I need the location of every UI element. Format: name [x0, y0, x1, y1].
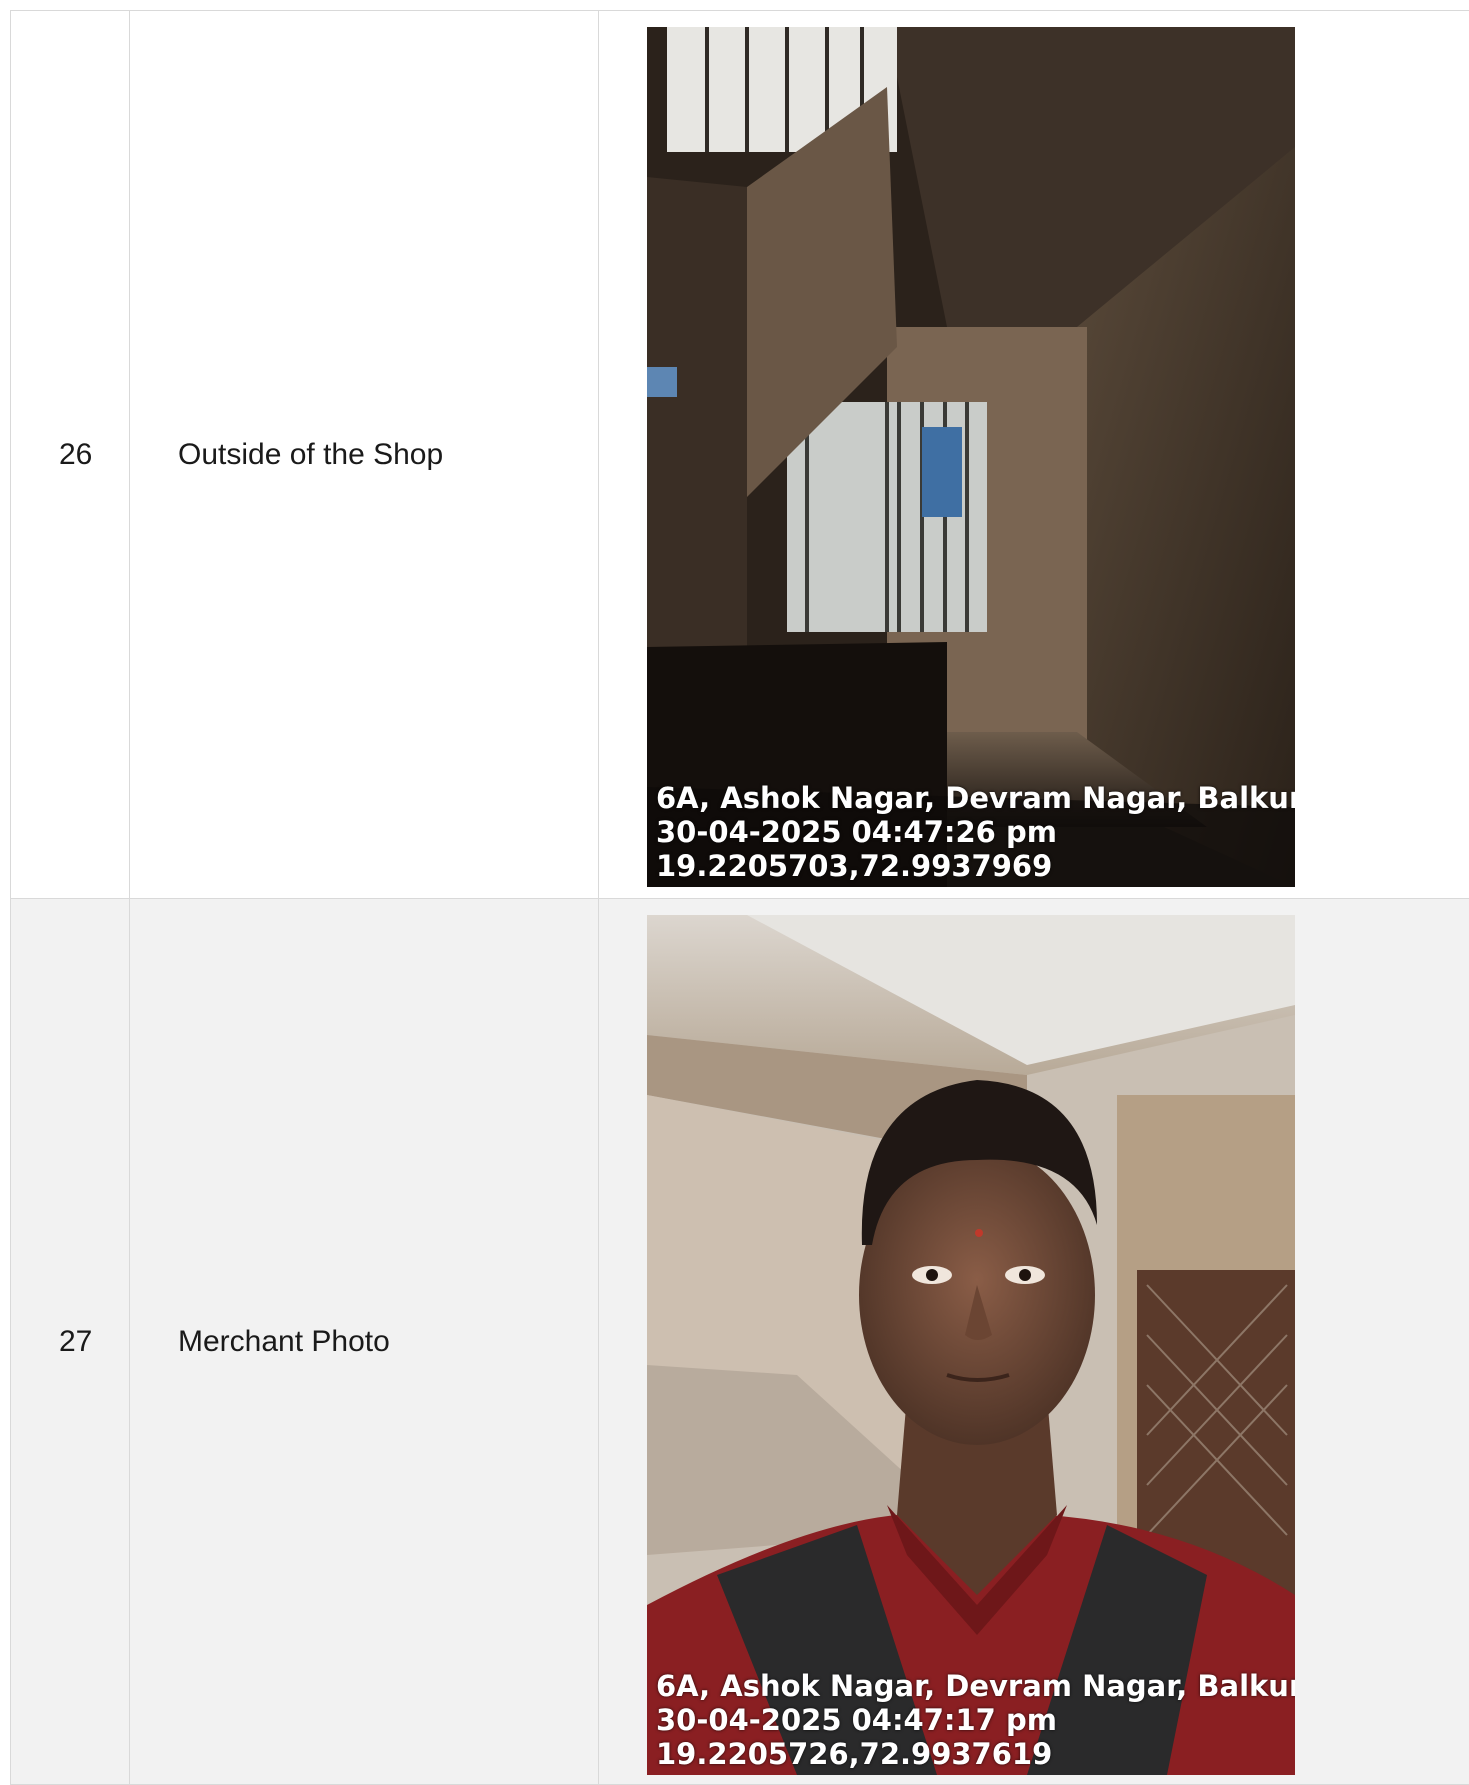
row-number: 27	[11, 899, 130, 1785]
caption-address: 6A, Ashok Nagar, Devram Nagar, Balkum ..…	[656, 1669, 1295, 1703]
caption-address: 6A, Ashok Nagar, Devram Nagar, Balkum ..…	[656, 781, 1295, 815]
caption-datetime: 30-04-2025 04:47:17 pm	[656, 1703, 1295, 1737]
photo-cell: 6A, Ashok Nagar, Devram Nagar, Balkum ..…	[599, 11, 1469, 899]
row-label: Merchant Photo	[130, 899, 599, 1785]
caption-coords: 19.2205726,72.9937619	[656, 1737, 1295, 1771]
table-row: 27 Merchant Photo	[11, 899, 1469, 1785]
caption-coords: 19.2205703,72.9937969	[656, 849, 1295, 883]
photo-caption: 6A, Ashok Nagar, Devram Nagar, Balkum ..…	[656, 1669, 1295, 1771]
merchant-photo: 6A, Ashok Nagar, Devram Nagar, Balkum ..…	[647, 915, 1295, 1775]
stairwell-image	[647, 27, 1295, 887]
photo-cell: 6A, Ashok Nagar, Devram Nagar, Balkum ..…	[599, 899, 1469, 1785]
photo-table: 26 Outside of the Shop	[10, 10, 1469, 1785]
table-row: 26 Outside of the Shop	[11, 11, 1469, 899]
caption-datetime: 30-04-2025 04:47:26 pm	[656, 815, 1295, 849]
merchant-selfie-image	[647, 915, 1295, 1775]
photo-caption: 6A, Ashok Nagar, Devram Nagar, Balkum ..…	[656, 781, 1295, 883]
stairwell-photo: 6A, Ashok Nagar, Devram Nagar, Balkum ..…	[647, 27, 1295, 887]
row-label: Outside of the Shop	[130, 11, 599, 899]
row-number: 26	[11, 11, 130, 899]
